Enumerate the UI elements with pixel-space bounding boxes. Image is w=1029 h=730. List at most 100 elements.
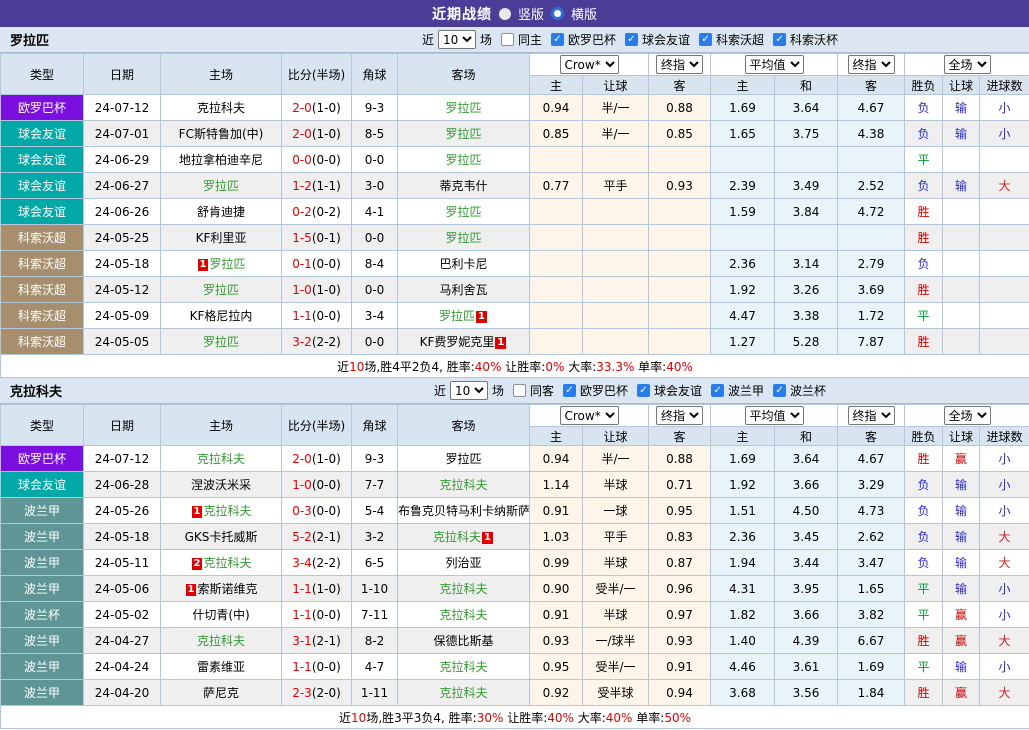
odds-source-select[interactable]: Crow*: [560, 406, 619, 425]
goals-result-cell: [980, 251, 1029, 277]
same-venue-checkbox[interactable]: [513, 384, 526, 397]
vertical-layout-radio[interactable]: [499, 8, 511, 20]
team-section: 罗拉匹 近 10 场 同主 ✓欧罗巴杯✓球会友谊✓科索沃超✓科索沃杯 类型日期主…: [0, 27, 1029, 378]
handicap-result-cell: [943, 251, 980, 277]
avg-home-odds: 1.69: [711, 95, 775, 121]
avg-home-odds: 4.31: [711, 576, 775, 602]
handicap-home-odds: [530, 199, 583, 225]
odds-final-select[interactable]: 终指: [656, 55, 703, 74]
avg-final-select[interactable]: 终指: [848, 406, 895, 425]
same-venue-label[interactable]: 同主: [518, 31, 542, 48]
goals-result-cell: 小: [980, 576, 1029, 602]
goals-result-cell: 小: [980, 602, 1029, 628]
league-badge: 球会友谊: [1, 173, 84, 199]
league-filter-checkbox[interactable]: ✓: [773, 33, 786, 46]
away-team: KF费罗妮克里1: [398, 329, 530, 355]
avg-home-odds: 3.68: [711, 680, 775, 706]
result-cell: 负: [905, 173, 943, 199]
handicap-away-odds: 0.97: [649, 602, 711, 628]
league-badge: 科索沃超: [1, 277, 84, 303]
column-header: 日期: [84, 54, 161, 95]
odds-final-select[interactable]: 终指: [656, 406, 703, 425]
avg-home-odds: 2.36: [711, 251, 775, 277]
odds-source-select[interactable]: Crow*: [560, 55, 619, 74]
recent-label: 近: [422, 31, 434, 48]
handicap-home-odds: [530, 329, 583, 355]
horizontal-layout-label[interactable]: 横版: [571, 4, 597, 23]
match-score: 3-1(2-1): [282, 628, 352, 654]
league-filter-checkbox[interactable]: ✓: [563, 384, 576, 397]
corner-score: 0-0: [352, 329, 398, 355]
league-badge: 波兰甲: [1, 654, 84, 680]
handicap-line: 受半/一: [583, 654, 649, 680]
league-filter-checkbox[interactable]: ✓: [625, 33, 638, 46]
handicap-result-cell: [943, 147, 980, 173]
avg-home-odds: 2.39: [711, 173, 775, 199]
match-date: 24-07-12: [84, 446, 161, 472]
match-score: 1-0(0-0): [282, 472, 352, 498]
avg-final-select[interactable]: 终指: [848, 55, 895, 74]
league-filter-checkbox[interactable]: ✓: [773, 384, 786, 397]
avg-select[interactable]: 平均值: [745, 55, 804, 74]
league-filter-label[interactable]: 球会友谊: [654, 382, 702, 399]
match-score: 1-1(0-0): [282, 654, 352, 680]
league-filter-checkbox[interactable]: ✓: [711, 384, 724, 397]
league-filter-label[interactable]: 球会友谊: [642, 31, 690, 48]
league-filter-label[interactable]: 波兰杯: [790, 382, 826, 399]
league-filter-label[interactable]: 欧罗巴杯: [580, 382, 628, 399]
column-header: 主场: [161, 54, 282, 95]
scope-select[interactable]: 全场: [944, 55, 991, 74]
handicap-result-cell: [943, 225, 980, 251]
same-venue-label[interactable]: 同客: [530, 382, 554, 399]
goals-result-cell: 小: [980, 121, 1029, 147]
summary-row: 近10场,胜4平2负4, 胜率:40% 让胜率:0% 大率:33.3% 单率:4…: [1, 355, 1029, 378]
match-date: 24-04-20: [84, 680, 161, 706]
away-team: 巴利卡尼: [398, 251, 530, 277]
avg-home-odds: 1.69: [711, 446, 775, 472]
match-date: 24-05-18: [84, 524, 161, 550]
result-cell: 胜: [905, 329, 943, 355]
handicap-result-cell: 输: [943, 654, 980, 680]
avg-home-odds: 4.47: [711, 303, 775, 329]
match-row: 科索沃超 24-05-12 罗拉匹 1-0(1-0) 0-0 马利舍瓦 1.92…: [1, 277, 1029, 303]
red-card-badge: 2: [192, 558, 203, 570]
league-filter-label[interactable]: 波兰甲: [728, 382, 764, 399]
match-row: 科索沃超 24-05-05 罗拉匹 3-2(2-2) 0-0 KF费罗妮克里1 …: [1, 329, 1029, 355]
league-filter-label[interactable]: 欧罗巴杯: [568, 31, 616, 48]
match-date: 24-06-28: [84, 472, 161, 498]
league-filter-checkbox[interactable]: ✓: [551, 33, 564, 46]
avg-draw-odds: 3.61: [775, 654, 838, 680]
result-cell: 胜: [905, 199, 943, 225]
games-label: 场: [480, 31, 492, 48]
avg-home-odds: 1.59: [711, 199, 775, 225]
corner-score: 4-1: [352, 199, 398, 225]
league-badge: 球会友谊: [1, 472, 84, 498]
recent-label: 近: [434, 382, 446, 399]
title-bar: 近期战绩 竖版 横版: [0, 0, 1029, 27]
horizontal-layout-radio[interactable]: [551, 7, 564, 20]
same-venue-checkbox[interactable]: [501, 33, 514, 46]
vertical-layout-label[interactable]: 竖版: [518, 4, 544, 23]
avg-select[interactable]: 平均值: [745, 406, 804, 425]
scope-select[interactable]: 全场: [944, 406, 991, 425]
league-filter-checkbox[interactable]: ✓: [637, 384, 650, 397]
recent-games-select[interactable]: 10: [438, 30, 476, 49]
handicap-home-odds: 0.77: [530, 173, 583, 199]
result-cell: 平: [905, 654, 943, 680]
match-date: 24-04-24: [84, 654, 161, 680]
corner-score: 0-0: [352, 277, 398, 303]
handicap-home-odds: 1.14: [530, 472, 583, 498]
match-row: 球会友谊 24-06-28 涅波沃米采 1-0(0-0) 7-7 克拉科夫 1.…: [1, 472, 1029, 498]
goals-result-cell: [980, 277, 1029, 303]
avg-draw-odds: 3.84: [775, 199, 838, 225]
match-score: 0-3(0-0): [282, 498, 352, 524]
league-filter-label[interactable]: 科索沃杯: [790, 31, 838, 48]
away-team: 布鲁克贝特马利卡纳斯萨: [398, 498, 530, 524]
goals-result-cell: [980, 303, 1029, 329]
league-filter-label[interactable]: 科索沃超: [716, 31, 764, 48]
sub-column-header: 进球数: [980, 76, 1029, 95]
league-filter-checkbox[interactable]: ✓: [699, 33, 712, 46]
home-team: 2克拉科夫: [161, 550, 282, 576]
column-header: 主场: [161, 405, 282, 446]
recent-games-select[interactable]: 10: [450, 381, 488, 400]
